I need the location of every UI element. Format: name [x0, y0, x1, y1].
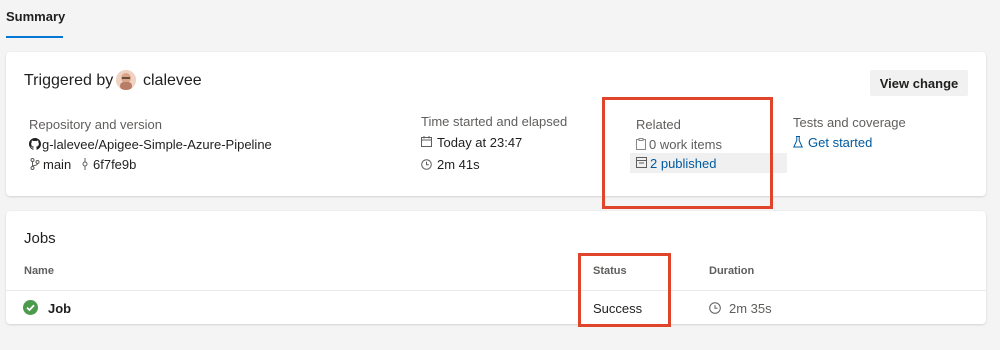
jobs-card: Jobs Name Status Duration Job Success 2m…: [6, 211, 986, 324]
repository-label: Repository and version: [29, 117, 162, 132]
jobs-header-divider: [6, 290, 986, 291]
triggered-by-label: Triggered by: [24, 72, 114, 89]
artifact-icon: [636, 157, 647, 168]
avatar: [116, 70, 136, 90]
calendar-icon: [421, 136, 432, 147]
column-header-duration: Duration: [709, 265, 755, 277]
jobs-title: Jobs: [24, 230, 56, 247]
work-items-link[interactable]: 0 work items: [649, 137, 722, 152]
branch-name[interactable]: main: [43, 157, 71, 172]
repository-name[interactable]: g-lalevee/Apigee-Simple-Azure-Pipeline: [42, 137, 272, 152]
time-elapsed: 2m 41s: [437, 157, 480, 172]
commit-id[interactable]: 6f7fe9b: [93, 157, 136, 172]
column-header-name: Name: [24, 265, 54, 277]
related-label: Related: [636, 117, 681, 132]
column-header-status: Status: [593, 265, 627, 277]
work-item-icon: [636, 138, 646, 150]
tests-label: Tests and coverage: [793, 115, 906, 130]
tab-bar: Summary: [0, 0, 1000, 40]
commit-icon: [82, 158, 88, 170]
trigger-user-name[interactable]: clalevee: [143, 72, 202, 90]
tab-active-indicator: [6, 36, 63, 38]
clock-icon: [421, 159, 432, 170]
summary-card: Triggered by clalevee View change Reposi…: [6, 52, 986, 196]
view-change-button[interactable]: View change: [870, 70, 968, 96]
job-duration: 2m 35s: [729, 301, 772, 316]
job-status: Success: [593, 301, 643, 316]
flask-icon: [793, 136, 803, 148]
success-check-icon: [23, 300, 38, 315]
tab-summary[interactable]: Summary: [6, 9, 65, 24]
branch-icon: [30, 158, 40, 170]
clock-icon: [709, 302, 721, 314]
published-artifacts-link[interactable]: 2 published: [650, 156, 717, 171]
job-name[interactable]: Job: [48, 301, 71, 316]
github-icon: [29, 138, 41, 150]
tests-get-started-link[interactable]: Get started: [808, 135, 872, 150]
time-label: Time started and elapsed: [421, 114, 568, 129]
time-started: Today at 23:47: [437, 135, 523, 150]
